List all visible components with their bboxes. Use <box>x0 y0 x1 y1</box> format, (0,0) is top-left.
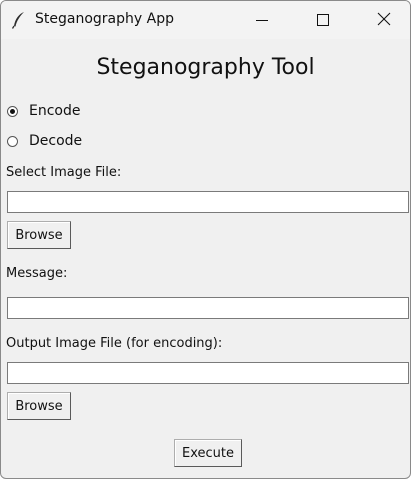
output-file-input[interactable] <box>7 362 409 384</box>
radio-encode-indicator[interactable] <box>7 105 18 117</box>
radio-encode[interactable]: Encode <box>7 101 80 121</box>
radio-encode-label[interactable]: Encode <box>29 103 80 119</box>
browse-output-button[interactable]: Browse <box>7 392 71 420</box>
title-bar[interactable]: Steganography App <box>1 1 410 39</box>
radio-decode-label[interactable]: Decode <box>29 133 82 149</box>
feather-icon <box>11 11 27 29</box>
image-file-label: Select Image File: <box>6 165 122 180</box>
radio-decode[interactable]: Decode <box>7 131 82 151</box>
close-icon <box>377 11 391 30</box>
page-title: Steganography Tool <box>96 55 315 80</box>
maximize-icon <box>317 11 329 30</box>
radio-decode-indicator[interactable] <box>7 135 18 147</box>
message-input[interactable] <box>7 297 409 319</box>
minimize-icon <box>256 11 268 30</box>
app-window: Steganography App Steganography Tool Enc… <box>0 0 411 479</box>
browse-image-button[interactable]: Browse <box>7 221 71 249</box>
output-file-label: Output Image File (for encoding): <box>6 336 223 351</box>
image-file-input[interactable] <box>7 191 409 213</box>
execute-button[interactable]: Execute <box>174 439 242 467</box>
minimize-button[interactable] <box>239 1 285 39</box>
window-title: Steganography App <box>35 11 174 27</box>
close-button[interactable] <box>361 1 407 39</box>
maximize-button[interactable] <box>300 1 346 39</box>
message-label: Message: <box>6 266 68 281</box>
